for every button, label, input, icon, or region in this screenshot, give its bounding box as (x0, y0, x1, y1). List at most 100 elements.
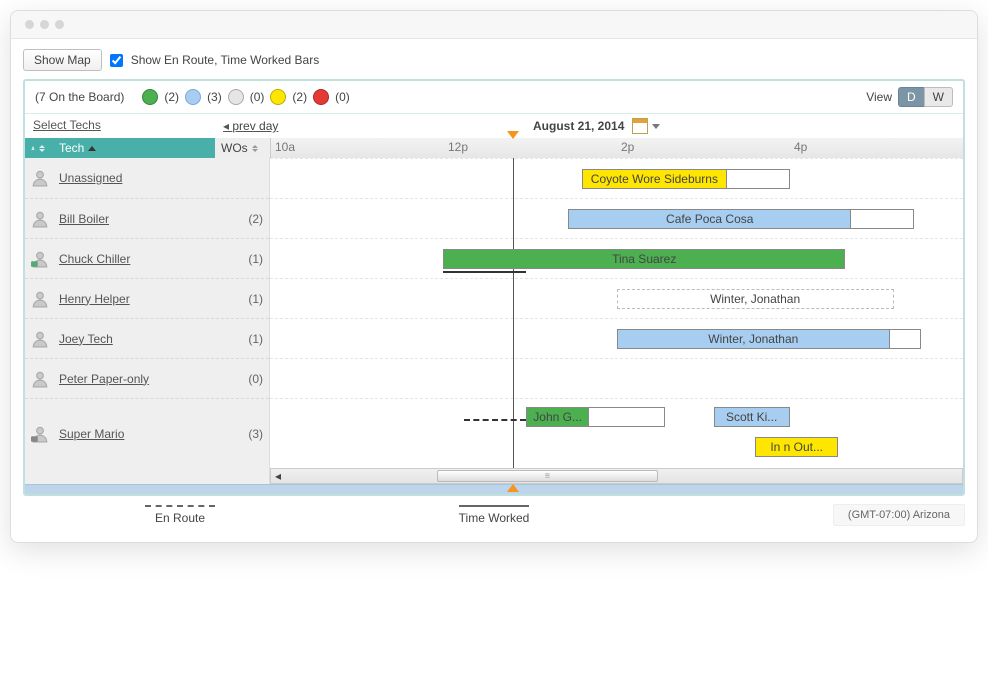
status-summary-row: (7 On the Board) (2) (3) (0) (2) (0) Vie… (25, 81, 963, 114)
current-date: August 21, 2014 (533, 119, 624, 133)
tech-wo-count: (3) (239, 427, 263, 441)
tech-name[interactable]: Henry Helper (59, 292, 229, 306)
tech-row: Chuck Chiller (1) (25, 238, 269, 278)
window-dot (25, 20, 34, 29)
person-icon (31, 330, 49, 348)
legend-en-route: En Route (23, 505, 337, 525)
timeline-row: Winter, Jonathan (270, 318, 963, 358)
tech-name[interactable]: Super Mario (59, 427, 229, 441)
tech-row: Super Mario (3) (25, 398, 269, 468)
status-count-green: (2) (164, 90, 179, 104)
time-tick: 4p (790, 138, 963, 158)
tech-wo-count: (1) (239, 252, 263, 266)
work-order-bar[interactable]: John G... (526, 407, 665, 427)
timeline-row: Coyote Wore Sideburns (270, 158, 963, 198)
timeline-row: Tina Suarez (270, 238, 963, 278)
status-count-blue: (3) (207, 90, 222, 104)
status-dot-grey[interactable] (228, 89, 244, 105)
timeline-row: Cafe Poca Cosa (270, 198, 963, 238)
select-techs-link[interactable]: Select Techs (33, 118, 101, 132)
scroll-left-icon[interactable]: ◂ (271, 469, 285, 483)
calendar-picker[interactable] (632, 118, 660, 134)
tech-name[interactable]: Peter Paper-only (59, 372, 229, 386)
column-header-row: Tech WOs 10a 12p 2p 4p (25, 138, 963, 158)
view-day-button[interactable]: D (898, 87, 924, 107)
legend-row: En Route Time Worked (GMT-07:00) Arizona (23, 504, 965, 526)
timezone-label: (GMT-07:00) Arizona (833, 504, 965, 526)
time-worked-bar (443, 271, 526, 273)
tech-name[interactable]: Chuck Chiller (59, 252, 229, 266)
status-count-grey: (0) (250, 90, 265, 104)
now-marker-icon (507, 131, 519, 139)
horizontal-scrollbar-row: ◂ (25, 468, 963, 484)
chevron-down-icon (652, 124, 660, 129)
person-icon (31, 210, 49, 228)
tech-list: Unassigned Bill Boiler (2) Chuck Chiller… (25, 158, 270, 468)
view-toggle: D W (898, 87, 953, 107)
titlebar (11, 11, 977, 39)
work-order-bar[interactable]: Winter, Jonathan (617, 329, 922, 349)
work-order-bar[interactable]: Tina Suarez (443, 249, 845, 269)
work-order-bar[interactable]: In n Out... (755, 437, 838, 457)
tech-name-column[interactable]: Tech (53, 138, 215, 158)
chevron-up-icon (507, 484, 519, 492)
timeline-header: 10a 12p 2p 4p (270, 138, 963, 158)
time-tick: 2p (617, 138, 790, 158)
person-icon (31, 146, 35, 150)
scroll-thumb[interactable] (437, 470, 658, 482)
h-scrollbar[interactable]: ◂ (270, 468, 963, 484)
tech-wo-count: (0) (239, 372, 263, 386)
timeline-row: John G... Scott Ki... In n Out... (270, 398, 963, 468)
work-order-bar[interactable]: Coyote Wore Sideburns (582, 169, 790, 189)
top-toolbar: Show Map Show En Route, Time Worked Bars (23, 49, 965, 71)
work-order-bar[interactable]: Scott Ki... (714, 407, 790, 427)
view-week-button[interactable]: W (924, 87, 953, 107)
window-dot (40, 20, 49, 29)
tech-row: Bill Boiler (2) (25, 198, 269, 238)
status-count-red: (0) (335, 90, 350, 104)
tech-row: Joey Tech (1) (25, 318, 269, 358)
window-frame: Show Map Show En Route, Time Worked Bars… (10, 10, 978, 543)
tech-wo-count: (1) (239, 292, 263, 306)
wos-column[interactable]: WOs (215, 138, 270, 158)
en-route-bar (464, 419, 526, 421)
time-tick: 10a (271, 138, 444, 158)
person-icon (31, 370, 49, 388)
status-dot-red[interactable] (313, 89, 329, 105)
window-dot (55, 20, 64, 29)
date-nav-row: Select Techs ◂ prev day August 21, 2014 (25, 114, 963, 138)
view-label: View (866, 90, 892, 104)
tech-icon-column[interactable] (25, 138, 53, 158)
timeline-body: Coyote Wore Sideburns Cafe Poca Cosa Tin… (270, 158, 963, 468)
schedule-panel: (7 On the Board) (2) (3) (0) (2) (0) Vie… (23, 79, 965, 496)
person-icon (31, 290, 49, 308)
sort-asc-icon (88, 146, 96, 151)
person-icon (31, 250, 49, 268)
person-icon (31, 169, 49, 187)
prev-day-link[interactable]: ◂ prev day (223, 119, 278, 133)
work-order-bar-placeholder[interactable]: Winter, Jonathan (617, 289, 894, 309)
timeline-row (270, 358, 963, 398)
status-dot-yellow[interactable] (270, 89, 286, 105)
tech-wo-count: (1) (239, 332, 263, 346)
tech-name[interactable]: Bill Boiler (59, 212, 229, 226)
work-order-bar[interactable]: Cafe Poca Cosa (568, 209, 915, 229)
legend-time-worked: Time Worked (337, 505, 651, 525)
board-count-label: (7 On the Board) (35, 90, 124, 104)
tech-wo-count: (2) (239, 212, 263, 226)
tech-name[interactable]: Joey Tech (59, 332, 229, 346)
time-tick: 12p (444, 138, 617, 158)
tech-name[interactable]: Unassigned (59, 171, 229, 185)
tech-row: Peter Paper-only (0) (25, 358, 269, 398)
schedule-grid: Unassigned Bill Boiler (2) Chuck Chiller… (25, 158, 963, 468)
status-dot-green[interactable] (142, 89, 158, 105)
status-count-yellow: (2) (292, 90, 307, 104)
show-bars-checkbox[interactable] (110, 54, 123, 67)
solid-line-icon (459, 505, 529, 507)
tech-row: Henry Helper (1) (25, 278, 269, 318)
timeline-row: Winter, Jonathan (270, 278, 963, 318)
footer-expand-bar[interactable] (25, 484, 963, 494)
dashed-line-icon (145, 505, 215, 507)
status-dot-blue[interactable] (185, 89, 201, 105)
show-map-button[interactable]: Show Map (23, 49, 102, 71)
